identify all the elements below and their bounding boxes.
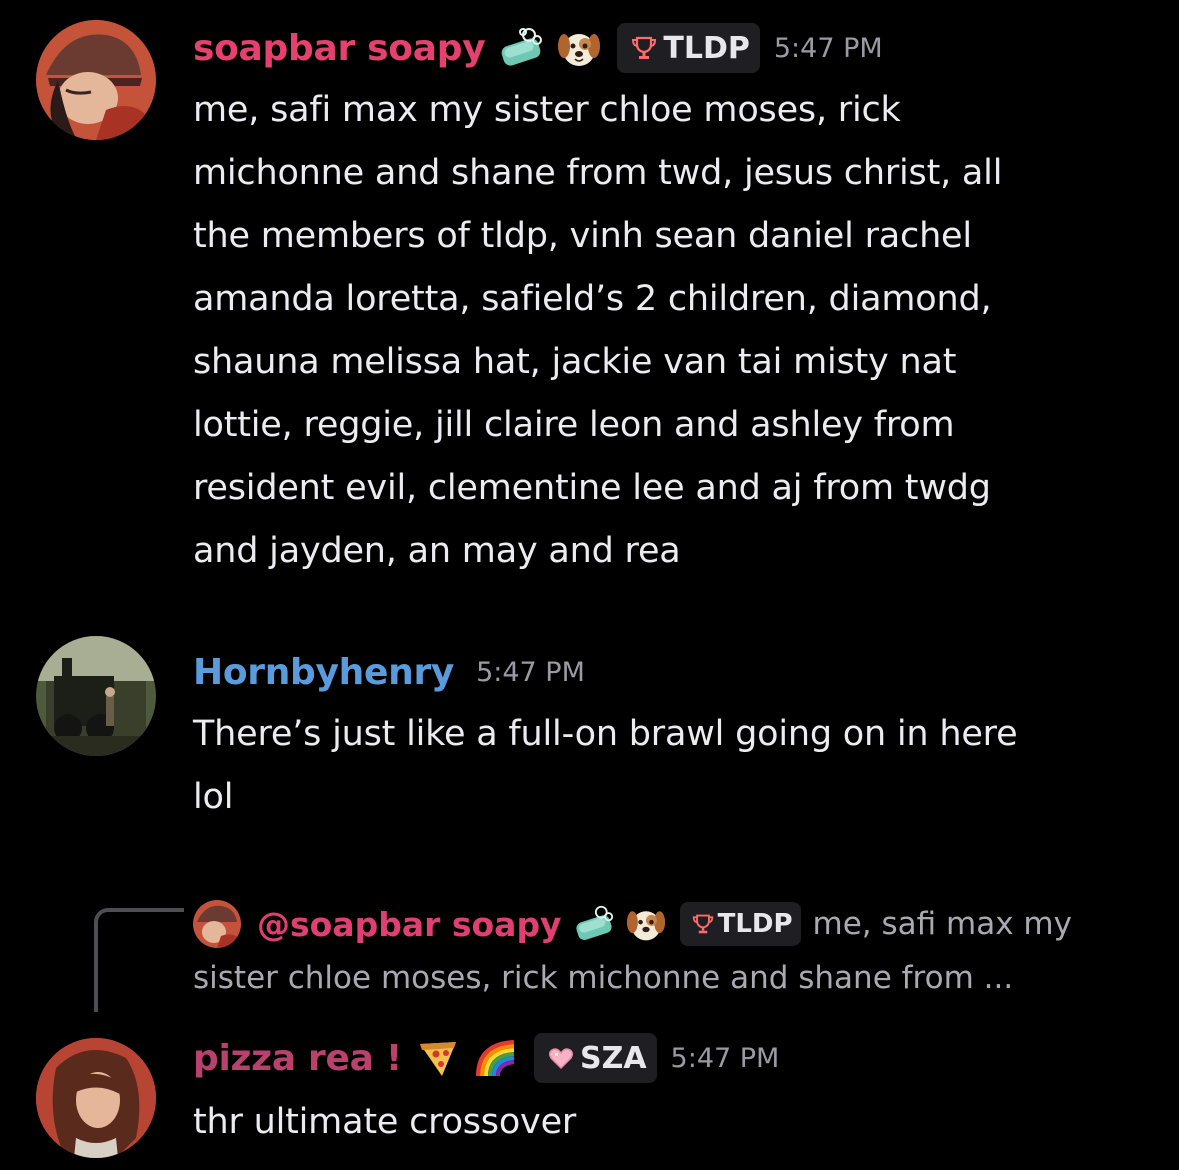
message-text: me, safi max my sister chloe moses, rick… bbox=[193, 90, 1003, 571]
soap-emoji bbox=[499, 26, 543, 70]
rainbow-emoji bbox=[474, 1036, 518, 1080]
reply-snippet: me, safi max my bbox=[812, 906, 1072, 942]
tag-label: TLDP bbox=[663, 30, 750, 66]
role-tag[interactable]: TLDP bbox=[617, 23, 760, 73]
pink-heart-icon bbox=[548, 1045, 574, 1071]
timestamp: 5:47 PM bbox=[773, 32, 883, 64]
username[interactable]: soapbar soapy bbox=[193, 28, 486, 69]
trophy-icon bbox=[631, 35, 657, 61]
avatar[interactable] bbox=[36, 1038, 156, 1158]
pizza-emoji bbox=[416, 1036, 460, 1080]
timestamp: 5:47 PM bbox=[476, 656, 585, 688]
reply-connector-line bbox=[94, 908, 184, 1012]
username[interactable]: pizza rea ! bbox=[193, 1038, 402, 1079]
message-text: thr ultimate crossover bbox=[193, 1102, 577, 1142]
role-tag[interactable]: TLDP bbox=[679, 902, 801, 946]
dog-face-emoji bbox=[557, 26, 601, 70]
reply-avatar bbox=[193, 900, 241, 948]
reply-preview[interactable]: @soapbar soapy TLDP me, safi max my bbox=[193, 900, 1072, 948]
dog-face-emoji bbox=[626, 904, 666, 944]
timestamp: 5:47 PM bbox=[670, 1042, 780, 1074]
reply-snippet-continued[interactable]: sister chloe moses, rick michonne and sh… bbox=[193, 960, 1013, 996]
trophy-icon bbox=[692, 913, 714, 935]
tag-label: TLDP bbox=[717, 909, 793, 939]
message-text: There’s just like a full-on brawl going … bbox=[193, 714, 1018, 817]
avatar[interactable] bbox=[36, 636, 156, 756]
reply-username[interactable]: @soapbar soapy bbox=[257, 905, 562, 944]
soap-emoji bbox=[574, 904, 614, 944]
tag-label: SZA bbox=[579, 1040, 647, 1076]
username[interactable]: Hornbyhenry bbox=[193, 652, 454, 693]
avatar[interactable] bbox=[36, 20, 156, 140]
role-tag[interactable]: SZA bbox=[533, 1033, 657, 1083]
